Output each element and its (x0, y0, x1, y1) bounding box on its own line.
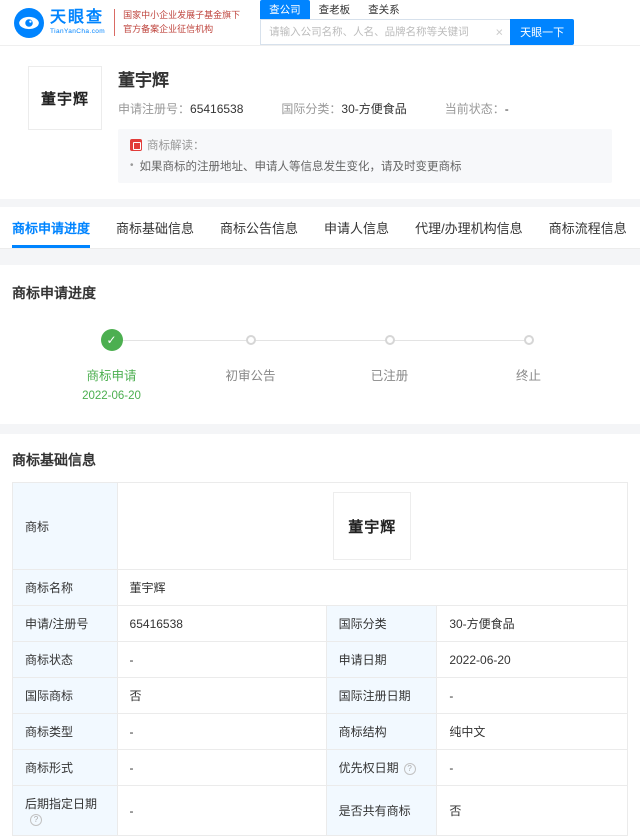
info-icon[interactable]: ? (30, 813, 42, 826)
clear-icon[interactable]: × (496, 26, 504, 39)
trademark-image-text: 董宇辉 (40, 89, 89, 108)
progress-timeline: ✓ 商标申请 2022-06-20 初审公告 已注册 终止 (42, 329, 598, 402)
cell-label-later-designation: 后期指定日期? (12, 785, 118, 836)
cell-label-co-owned: 是否共有商标 (325, 785, 438, 836)
summary-current-status: 当前状态：- (444, 102, 509, 116)
basic-info-section-title: 商标基础信息 (12, 452, 96, 468)
cell-label-name: 商标名称 (12, 569, 118, 606)
cell-value-intl-class: 30-方便食品 (436, 605, 628, 642)
page-title: 董宇辉 (118, 71, 169, 90)
table-row: 商标状态 - 申请日期 2022-06-20 (12, 641, 628, 678)
summary-reg-no: 申请注册号：65416538 (118, 102, 244, 116)
table-row: 商标 董宇辉 (12, 482, 629, 570)
cell-label-priority-date: 优先权日期? (325, 749, 438, 786)
header-search-area: 查公司 查老板 查关系 × 天眼一下 (260, 0, 575, 45)
progress-step-terminated: 终止 (459, 329, 598, 402)
trademark-image: 董宇辉 (28, 66, 102, 130)
cell-value-priority-date: - (436, 749, 628, 786)
progress-section-title: 商标申请进度 (12, 285, 96, 301)
interpretation-icon (130, 139, 142, 151)
table-row: 商标类型 - 商标结构 纯中文 (12, 713, 628, 750)
cell-value-structure: 纯中文 (436, 713, 628, 750)
tab-process-info[interactable]: 商标流程信息 (549, 207, 627, 248)
pending-dot-icon (384, 335, 395, 345)
slogan-line-2: 官方备案企业征信机构 (123, 23, 214, 34)
cell-label-type: 商标类型 (12, 713, 118, 750)
slogan-line-1: 国家中小企业发展子基金旗下 (123, 9, 241, 20)
pending-dot-icon (523, 335, 534, 345)
cell-label-intl-class: 国际分类 (325, 605, 438, 642)
progress-step-preliminary: 初审公告 (181, 329, 320, 402)
cell-value-type: - (116, 713, 327, 750)
cell-label-intl-trademark: 国际商标 (12, 677, 118, 714)
progress-step-registered: 已注册 (320, 329, 459, 402)
summary-intl-class: 国际分类：30-方便食品 (281, 102, 407, 116)
progress-step-applied: ✓ 商标申请 2022-06-20 (42, 329, 181, 402)
cell-value-later-designation: - (116, 785, 327, 836)
cell-label-trademark: 商标 (12, 482, 118, 570)
detail-tab-bar: 商标申请进度 商标基础信息 商标公告信息 申请人信息 代理/办理机构信息 商标流… (0, 207, 640, 249)
basic-info-section: 商标基础信息 商标 董宇辉 商标名称 董宇辉 申请/注册号 65416538 国… (0, 434, 640, 836)
top-header: 天眼查 TianYanCha.com 国家中小企业发展子基金旗下 官方备案企业征… (0, 0, 640, 46)
cell-value-apply-date: 2022-06-20 (436, 641, 628, 678)
search-tab-boss[interactable]: 查老板 (310, 0, 360, 19)
cell-value-co-owned: 否 (436, 785, 628, 836)
trademark-interpretation-box: 商标解读： 如果商标的注册地址、申请人等信息发生变化，请及时变更商标 (118, 129, 612, 183)
tab-applicant-info[interactable]: 申请人信息 (324, 207, 389, 248)
cell-value-intl-reg-date: - (436, 677, 628, 714)
search-tab-company[interactable]: 查公司 (260, 0, 310, 19)
cell-value-name: 董宇辉 (116, 569, 629, 606)
brand-domain: TianYanCha.com (50, 27, 106, 35)
tianyancha-eye-icon (14, 7, 44, 38)
cell-label-intl-reg-date: 国际注册日期 (325, 677, 438, 714)
cell-label-apply-date: 申请日期 (325, 641, 438, 678)
cell-value-form: - (116, 749, 327, 786)
brand-name: 天眼查 (50, 8, 105, 26)
application-progress-section: 商标申请进度 ✓ 商标申请 2022-06-20 初审公告 已注册 终止 (0, 265, 640, 424)
tianyancha-logo[interactable]: 天眼查 TianYanCha.com (14, 7, 106, 38)
check-icon: ✓ (100, 329, 123, 351)
cell-label-status: 商标状态 (12, 641, 118, 678)
tab-agency-info[interactable]: 代理/办理机构信息 (415, 207, 523, 248)
info-icon[interactable]: ? (403, 762, 416, 775)
search-tab-relation[interactable]: 查关系 (359, 0, 409, 19)
tab-basic-info[interactable]: 商标基础信息 (116, 207, 194, 248)
cell-value-status: - (116, 641, 327, 678)
interpretation-title: 商标解读： (147, 140, 205, 152)
cell-label-reg-no: 申请/注册号 (12, 605, 118, 642)
search-tabs: 查公司 查老板 查关系 (260, 0, 574, 19)
interpretation-item: 如果商标的注册地址、申请人等信息发生变化，请及时变更商标 (130, 158, 600, 174)
table-row: 商标形式 - 优先权日期? - (12, 749, 628, 786)
summary-info-row: 申请注册号：65416538 国际分类：30-方便食品 当前状态：- (118, 100, 612, 117)
search-input[interactable] (260, 19, 511, 45)
table-trademark-image-text: 董宇辉 (348, 517, 397, 536)
progress-step-date: 2022-06-20 (82, 390, 141, 402)
basic-info-table: 商标 董宇辉 商标名称 董宇辉 申请/注册号 65416538 国际分类 30-… (12, 482, 629, 836)
table-row: 商标名称 董宇辉 (12, 569, 629, 606)
cell-label-structure: 商标结构 (325, 713, 438, 750)
tab-application-progress[interactable]: 商标申请进度 (12, 207, 91, 248)
table-row: 后期指定日期? - 是否共有商标 否 (12, 785, 628, 836)
cell-trademark-image: 董宇辉 (116, 482, 629, 570)
cell-value-intl-trademark: 否 (116, 677, 327, 714)
table-row: 申请/注册号 65416538 国际分类 30-方便食品 (12, 605, 628, 642)
tab-announcement-info[interactable]: 商标公告信息 (220, 207, 298, 248)
cell-label-form: 商标形式 (12, 749, 118, 786)
header-slogan: 国家中小企业发展子基金旗下 官方备案企业征信机构 (114, 8, 241, 37)
pending-dot-icon (245, 335, 256, 345)
cell-value-reg-no: 65416538 (116, 605, 327, 642)
search-button[interactable]: 天眼一下 (510, 19, 575, 45)
trademark-summary-card: 董宇辉 董宇辉 申请注册号：65416538 国际分类：30-方便食品 当前状态… (0, 46, 640, 199)
table-row: 国际商标 否 国际注册日期 - (12, 677, 628, 714)
